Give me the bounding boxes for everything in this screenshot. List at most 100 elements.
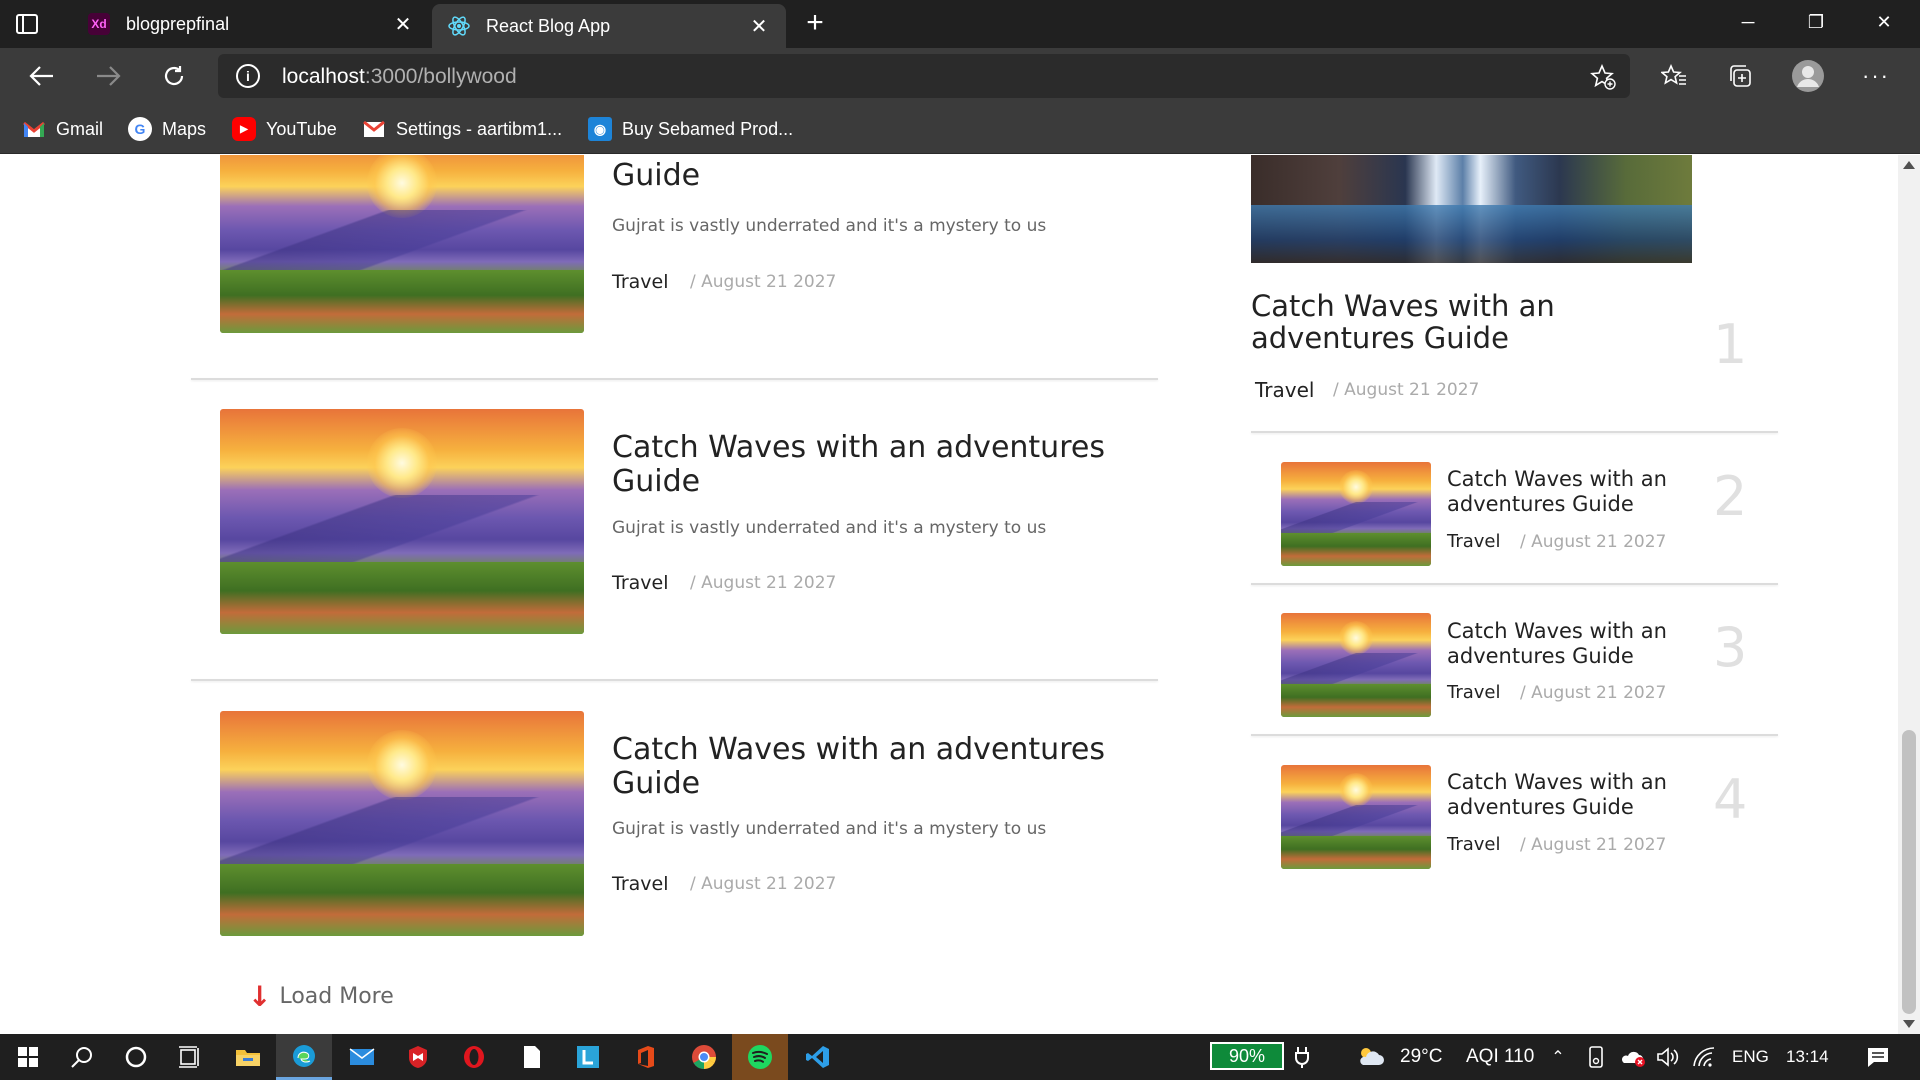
battery-indicator[interactable]: 90% xyxy=(1210,1042,1284,1070)
scrollbar-thumb[interactable] xyxy=(1902,730,1916,1014)
sidebar-divider xyxy=(1251,734,1778,736)
edge-browser-icon[interactable] xyxy=(276,1034,332,1080)
tab-blogprepfinal[interactable]: Xd blogprepfinal ✕ xyxy=(72,0,430,48)
task-view-icon[interactable] xyxy=(162,1034,218,1080)
bookmark-sebamed[interactable]: ◉ Buy Sebamed Prod... xyxy=(588,116,793,142)
sidebar-item-date: / August 21 2027 xyxy=(1520,835,1667,855)
post-category[interactable]: Travel xyxy=(612,271,668,293)
collections-icon[interactable] xyxy=(1720,56,1760,96)
close-icon[interactable]: ✕ xyxy=(392,13,414,36)
sidebar-item-title[interactable]: Catch Waves with an adventures Guide xyxy=(1447,770,1677,820)
arrow-down-icon: ↓ xyxy=(248,980,272,1013)
search-icon[interactable] xyxy=(54,1034,110,1080)
opera-icon[interactable] xyxy=(446,1034,502,1080)
post-description: Gujrat is vastly underrated and it's a m… xyxy=(612,819,1047,839)
featured-thumbnail[interactable] xyxy=(1251,155,1692,263)
bookmark-gmail[interactable]: Gmail xyxy=(22,116,103,142)
post-category[interactable]: Travel xyxy=(612,873,668,895)
post-thumbnail[interactable] xyxy=(220,155,584,333)
gmail-icon xyxy=(362,117,386,141)
scroll-up-icon[interactable] xyxy=(1903,161,1915,169)
file-explorer-icon[interactable] xyxy=(220,1034,276,1080)
sidebar-item-category[interactable]: Travel xyxy=(1447,834,1501,855)
sidebar-thumbnail[interactable] xyxy=(1281,613,1431,717)
chrome-icon[interactable] xyxy=(676,1034,732,1080)
chevron-up-icon[interactable]: ⌃ xyxy=(1546,1034,1570,1080)
url-text[interactable]: localhost:3000/bollywood xyxy=(282,65,517,89)
tab-actions-icon[interactable] xyxy=(14,11,40,37)
new-tab-button[interactable]: + xyxy=(800,8,830,40)
maximize-button[interactable]: ❐ xyxy=(1782,0,1850,44)
youtube-icon: ▶ xyxy=(232,117,256,141)
sidebar-divider xyxy=(1251,583,1778,585)
sidebar-item-category[interactable]: Travel xyxy=(1447,682,1501,703)
tab-label: blogprepfinal xyxy=(126,13,230,34)
mail-icon[interactable] xyxy=(334,1034,390,1080)
page-content: Catch Waves with an adventures Guide Guj… xyxy=(0,155,1898,1034)
load-more-button[interactable]: ↓ Load More xyxy=(248,980,394,1013)
weather-temperature[interactable]: 29°C xyxy=(1400,1046,1442,1068)
post-description: Gujrat is vastly underrated and it's a m… xyxy=(612,518,1047,538)
close-icon[interactable]: ✕ xyxy=(748,15,770,38)
sidebar-thumbnail[interactable] xyxy=(1281,765,1431,869)
system-clock[interactable]: 13:14 xyxy=(1786,1047,1829,1067)
language-indicator[interactable]: ENG xyxy=(1732,1047,1769,1067)
featured-date: / August 21 2027 xyxy=(1333,380,1480,400)
post-category[interactable]: Travel xyxy=(612,572,668,594)
favorites-icon[interactable] xyxy=(1654,56,1694,96)
close-window-button[interactable]: ✕ xyxy=(1850,0,1918,44)
sidebar-item-category[interactable]: Travel xyxy=(1447,531,1501,552)
mcafee-icon[interactable] xyxy=(390,1034,446,1080)
post-date: / August 21 2027 xyxy=(690,874,837,894)
sidebar-divider xyxy=(1251,431,1778,433)
address-bar[interactable]: i localhost:3000/bollywood xyxy=(218,54,1630,98)
info-icon[interactable]: i xyxy=(236,64,260,88)
post-thumbnail[interactable] xyxy=(220,409,584,634)
aqi-indicator[interactable]: AQI 110 xyxy=(1466,1046,1534,1068)
windows-start-icon[interactable] xyxy=(0,1034,56,1080)
onedrive-error-icon[interactable] xyxy=(1618,1034,1648,1080)
browser-titlebar: Xd blogprepfinal ✕ React Blog App ✕ + ─ … xyxy=(0,0,1920,48)
tab-react-blog-app[interactable]: React Blog App ✕ xyxy=(432,4,786,48)
weather-icon[interactable] xyxy=(1352,1034,1388,1080)
rank-number: 3 xyxy=(1713,616,1748,679)
device-icon[interactable] xyxy=(1582,1034,1610,1080)
volume-icon[interactable] xyxy=(1654,1034,1682,1080)
more-options-icon[interactable]: ··· xyxy=(1856,56,1896,96)
browser-toolbar: i localhost:3000/bollywood ··· xyxy=(0,48,1920,104)
gmail-icon xyxy=(22,117,46,141)
post-title[interactable]: Catch Waves with an adventures Guide xyxy=(612,733,1112,801)
app-l-icon[interactable] xyxy=(560,1034,616,1080)
spotify-icon[interactable] xyxy=(732,1034,788,1080)
cortana-icon[interactable] xyxy=(108,1034,164,1080)
page-scrollbar[interactable] xyxy=(1898,155,1920,1034)
bookmark-youtube[interactable]: ▶ YouTube xyxy=(232,116,337,142)
office-icon[interactable] xyxy=(618,1034,674,1080)
notepad-icon[interactable] xyxy=(504,1034,560,1080)
minimize-button[interactable]: ─ xyxy=(1714,0,1782,44)
tab-label: React Blog App xyxy=(486,15,611,36)
featured-category[interactable]: Travel xyxy=(1255,378,1314,402)
wifi-icon[interactable] xyxy=(1690,1034,1718,1080)
bookmark-settings[interactable]: Settings - aartibm1... xyxy=(362,116,562,142)
post-thumbnail[interactable] xyxy=(220,711,584,936)
adobe-xd-icon: Xd xyxy=(88,13,110,35)
back-button[interactable] xyxy=(22,56,62,96)
bookmark-maps[interactable]: G Maps xyxy=(128,116,206,142)
vscode-icon[interactable] xyxy=(790,1034,846,1080)
bookmarks-bar: Gmail G Maps ▶ YouTube Settings - aartib… xyxy=(0,104,1920,154)
notifications-icon[interactable] xyxy=(1858,1034,1898,1080)
add-favorite-icon[interactable] xyxy=(1590,63,1616,90)
post-date: / August 21 2027 xyxy=(690,573,837,593)
scroll-down-icon[interactable] xyxy=(1903,1020,1915,1028)
featured-title[interactable]: Catch Waves with an adventures Guide xyxy=(1251,290,1711,354)
profile-avatar[interactable] xyxy=(1788,56,1828,96)
post-divider xyxy=(191,679,1158,681)
refresh-button[interactable] xyxy=(154,56,194,96)
sidebar-thumbnail[interactable] xyxy=(1281,462,1431,566)
post-title[interactable]: Catch Waves with an adventures Guide xyxy=(612,155,1112,193)
sidebar-item-title[interactable]: Catch Waves with an adventures Guide xyxy=(1447,467,1677,517)
post-title[interactable]: Catch Waves with an adventures Guide xyxy=(612,431,1112,499)
sidebar-item-title[interactable]: Catch Waves with an adventures Guide xyxy=(1447,619,1677,669)
forward-button[interactable] xyxy=(88,56,128,96)
